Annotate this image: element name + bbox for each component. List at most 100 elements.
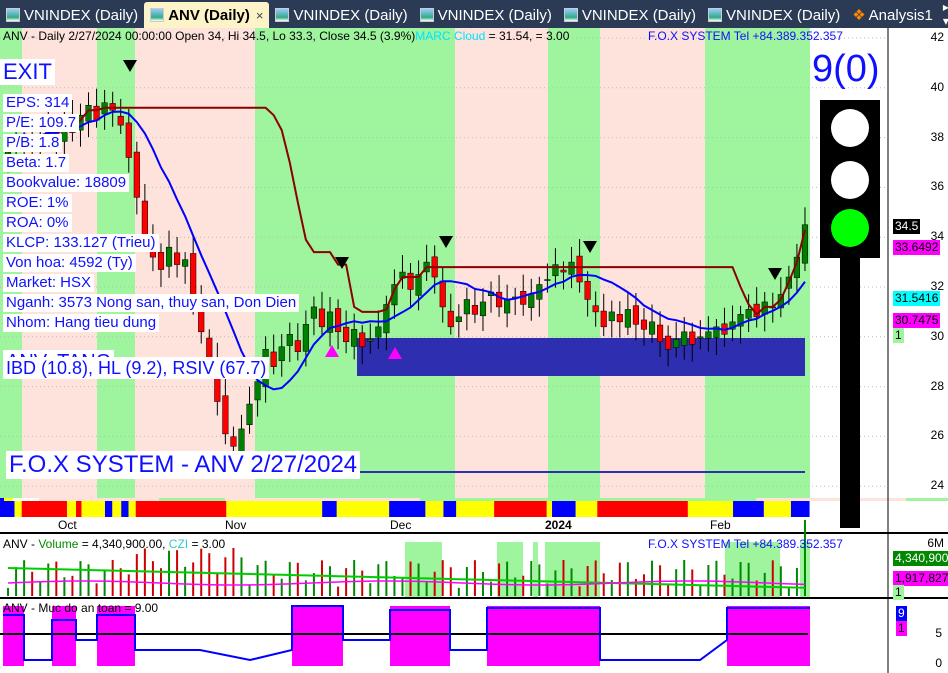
candle — [697, 336, 704, 339]
candle — [592, 305, 599, 313]
candle — [439, 280, 446, 308]
date-axis-label: Nov — [225, 518, 247, 532]
candle — [302, 324, 309, 352]
fundamental-item: P/E: 109.7 — [3, 114, 80, 132]
fundamental-item: ROE: 1% — [3, 194, 72, 212]
light-green — [831, 209, 869, 247]
candle — [407, 272, 414, 290]
volume-header: ANV - Volume = 4,340,900.00, CZI = 3.00 — [3, 537, 226, 551]
light-off — [831, 109, 869, 147]
color-strip-segment — [128, 501, 137, 517]
state-strip — [4, 498, 13, 501]
candle — [648, 321, 656, 335]
date-axis-label: Oct — [58, 518, 77, 532]
color-strip-segment — [687, 501, 734, 517]
candle — [270, 351, 277, 367]
candle — [359, 332, 366, 348]
fundamental-item: Beta: 1.7 — [3, 154, 70, 172]
footer-title: F.O.X SYSTEM - ANV 2/27/2024 — [6, 451, 361, 479]
candle — [133, 151, 140, 198]
volume-count-tag: 1 — [893, 585, 904, 600]
price-axis-tick: 38 — [930, 129, 944, 144]
safety-band — [292, 606, 343, 666]
candle — [504, 299, 511, 314]
candle — [286, 334, 293, 346]
candle — [576, 255, 583, 283]
price-axis-tick: 40 — [930, 79, 944, 94]
support-zone — [357, 338, 805, 376]
price-axis-tick: 42 — [930, 30, 944, 44]
price-axis-tick: 28 — [930, 378, 944, 393]
color-strip-segment — [575, 501, 598, 517]
color-strip-segment — [135, 501, 227, 517]
color-strip-segment — [790, 501, 810, 517]
upper-band-tag: 33.6492 — [893, 240, 941, 255]
color-strip-segment — [561, 501, 577, 517]
candle — [157, 252, 165, 270]
color-strip-segment — [443, 501, 457, 517]
safety-header: ANV - Muc do an toan = 9.00 — [3, 601, 159, 615]
candle — [560, 269, 567, 273]
candle — [608, 311, 615, 322]
candle — [665, 335, 672, 350]
candle — [222, 395, 229, 435]
signal-band — [600, 28, 705, 498]
price-chart[interactable] — [0, 0, 948, 673]
candle — [294, 340, 301, 352]
candle — [318, 308, 326, 328]
signal-label: EXIT — [0, 59, 55, 85]
color-strip-segment — [66, 501, 77, 517]
safety-axis-0: 0 — [935, 656, 942, 670]
color-strip-segment — [546, 501, 553, 517]
fundamental-item: KLCP: 133.127 (Trieu) — [3, 234, 159, 252]
candle — [174, 252, 181, 265]
candle — [496, 291, 503, 308]
color-strip-segment — [112, 501, 122, 517]
count-tag: 1 — [893, 328, 904, 343]
state-strip — [0, 498, 4, 501]
candle — [616, 314, 623, 323]
volume-band — [497, 542, 523, 597]
color-strip-segment — [494, 501, 548, 517]
candle — [117, 116, 124, 126]
state-strip — [420, 498, 756, 501]
date-axis-label: Dec — [390, 518, 412, 532]
candle — [367, 339, 374, 342]
safety-count-tag: 1 — [896, 621, 907, 636]
volume-axis-6m: 6M — [927, 536, 944, 550]
safety-band — [727, 606, 810, 666]
indicators-label: IBD (10.8), HL (9.2), RSIV (67.7) — [3, 357, 270, 379]
color-strip-segment — [121, 501, 130, 517]
candle — [463, 299, 470, 315]
color-strip-segment — [14, 501, 23, 517]
candle — [520, 291, 527, 305]
light-off — [831, 161, 869, 199]
safety-band — [487, 606, 600, 666]
date-axis-label: Feb — [710, 518, 731, 532]
price-axis-tick: 36 — [930, 179, 944, 194]
candle — [335, 308, 342, 333]
color-strip-segment — [552, 501, 562, 517]
candle — [673, 339, 680, 348]
candle — [681, 331, 688, 346]
color-strip-segment — [0, 501, 15, 517]
price-axis-tick: 26 — [930, 428, 944, 443]
close-price-tag: 34.5 — [893, 219, 921, 234]
safety-tag: 9 — [896, 606, 907, 621]
state-strip — [756, 498, 906, 501]
candle — [584, 281, 591, 300]
candle — [705, 331, 712, 339]
state-strip — [225, 498, 420, 501]
candle — [479, 301, 487, 317]
color-strip-segment — [389, 501, 426, 517]
candle — [310, 306, 317, 319]
candle — [624, 309, 631, 328]
candle — [375, 326, 382, 338]
fundamental-item: Market: HSX — [3, 274, 95, 292]
fundamental-item: ROA: 0% — [3, 214, 72, 232]
safety-axis-5: 5 — [935, 626, 942, 640]
fundamental-item: Bookvalue: 18809 — [3, 174, 130, 192]
safety-band — [52, 606, 76, 666]
candle — [657, 324, 664, 343]
color-strip-segment — [81, 501, 106, 517]
